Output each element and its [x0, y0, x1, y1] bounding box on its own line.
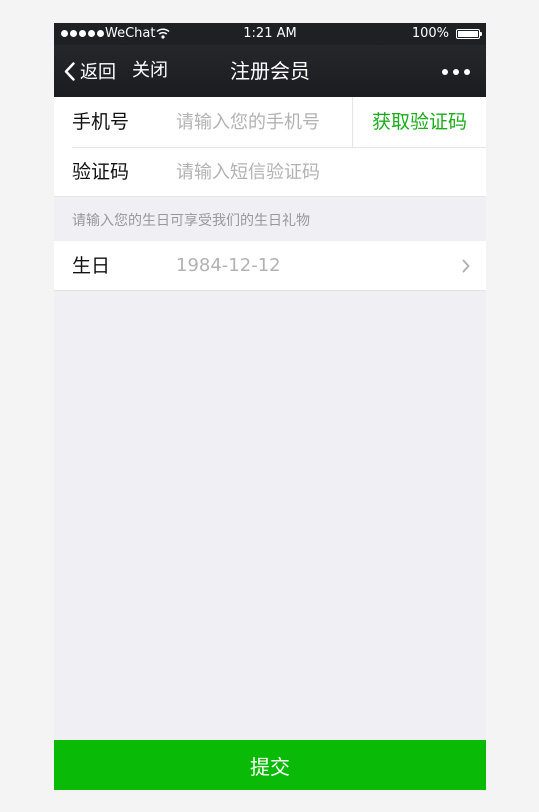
birthday-label: 生日 — [72, 255, 111, 277]
more-icon[interactable] — [442, 69, 470, 75]
code-label: 验证码 — [72, 161, 130, 183]
status-bar: WeChat 1:21 AM 100% — [54, 23, 486, 45]
phone-row: 手机号 获取验证码 — [54, 97, 486, 147]
phone-screen: WeChat 1:21 AM 100% 返回 关闭 注册会员 手机号 获取验证码 — [54, 23, 486, 790]
page-title: 注册会员 — [230, 59, 310, 83]
back-label: 返回 — [80, 62, 116, 83]
battery-icon — [456, 29, 482, 39]
birthday-hint: 请输入您的生日可享受我们的生日礼物 — [72, 213, 310, 229]
divider — [54, 196, 486, 197]
battery-percentage: 100% — [411, 26, 449, 41]
birthday-row[interactable]: 生日 1984-12-12 — [54, 241, 486, 291]
close-button[interactable]: 关闭 — [132, 59, 168, 83]
birthday-value[interactable]: 1984-12-12 — [176, 241, 281, 291]
code-input[interactable] — [176, 157, 356, 187]
phone-input[interactable] — [176, 107, 356, 137]
chevron-right-icon — [462, 259, 470, 273]
code-row: 验证码 — [54, 147, 486, 197]
divider — [54, 290, 486, 291]
navigation-bar: 返回 关闭 注册会员 — [54, 45, 486, 97]
submit-button[interactable]: 提交 — [54, 740, 486, 790]
back-button[interactable]: 返回 — [64, 59, 116, 83]
back-chevron-icon — [64, 61, 75, 81]
get-code-button[interactable]: 获取验证码 — [353, 97, 486, 147]
phone-label: 手机号 — [72, 111, 130, 133]
verification-form: 手机号 获取验证码 验证码 — [54, 97, 486, 197]
